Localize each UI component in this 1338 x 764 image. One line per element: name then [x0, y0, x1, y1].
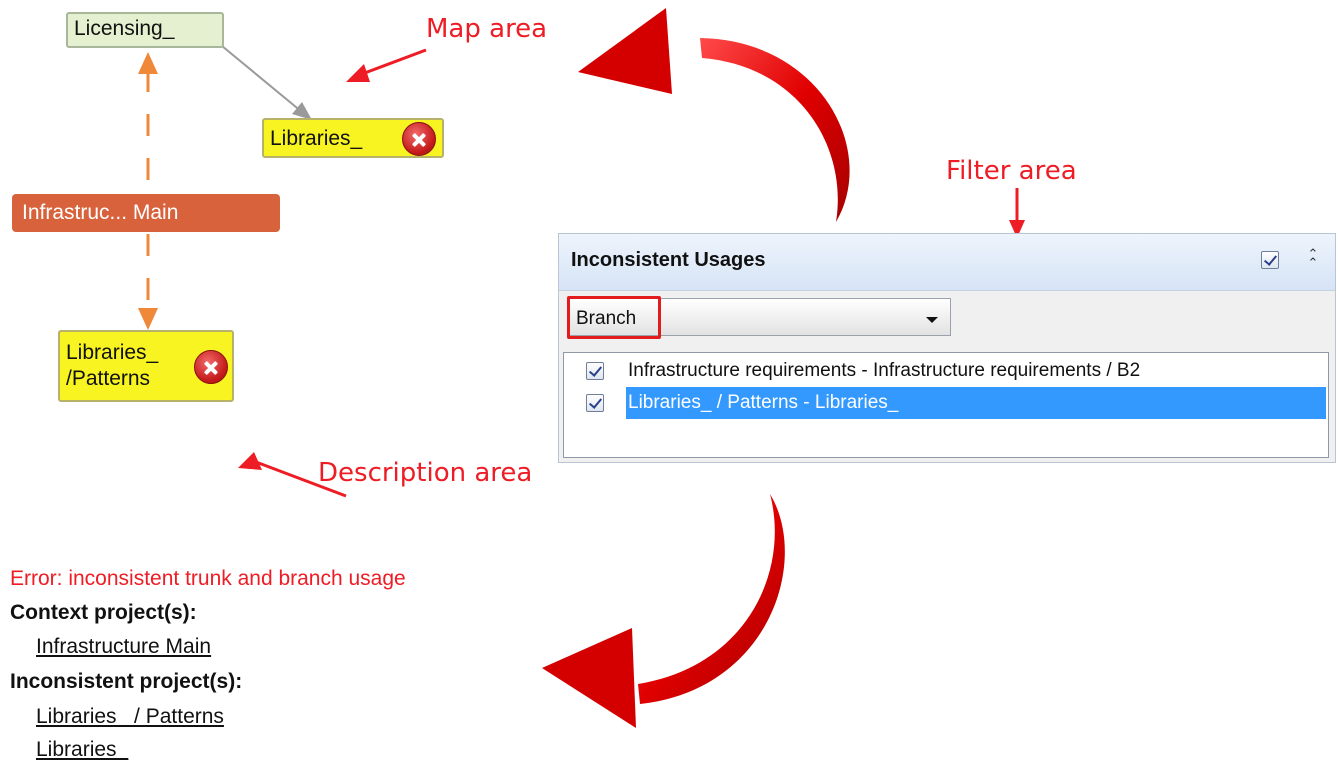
- licensing-node-label: Licensing_: [74, 17, 175, 40]
- map-area-pointer-head: [346, 64, 370, 82]
- context-projects-heading: Context project(s):: [10, 601, 197, 624]
- inconsistent-project-link[interactable]: Libraries_ / Patterns: [36, 705, 224, 729]
- curved-arrow-map-to-filter: [700, 38, 850, 222]
- collapse-icon[interactable]: ⌃ ⌃: [1305, 248, 1321, 270]
- description-area-callout: Description area: [318, 458, 533, 488]
- list-item-label: Libraries_ / Patterns - Libraries_: [628, 392, 899, 413]
- filter-area-callout: Filter area: [946, 156, 1077, 186]
- error-icon: [194, 350, 228, 384]
- error-icon: [402, 122, 436, 156]
- inconsistent-project-link[interactable]: Libraries_: [36, 738, 128, 762]
- libraries-node-label: Libraries_: [270, 127, 363, 150]
- infrastructure-main-node[interactable]: Infrastruc... Main: [12, 194, 280, 232]
- map-area-pointer: [361, 48, 427, 76]
- inconsistent-usages-panel: Inconsistent Usages ⌃ ⌃ Branch Infrastruc…: [558, 233, 1336, 463]
- edge-licensing-libraries: [221, 45, 303, 113]
- curved-arrow-filter-to-description-head: [542, 628, 636, 728]
- libraries-node[interactable]: Libraries_: [262, 118, 444, 158]
- edge-dashed-up-head: [138, 52, 158, 74]
- description-area-pointer-head: [238, 452, 262, 470]
- row-checkbox[interactable]: [586, 394, 604, 412]
- list-item[interactable]: Infrastructure requirements - Infrastruc…: [564, 355, 1328, 387]
- row-checkbox[interactable]: [586, 362, 604, 380]
- panel-title: Inconsistent Usages: [571, 249, 766, 271]
- curved-arrow-map-to-filter-head: [578, 8, 672, 94]
- licensing-node[interactable]: Licensing_: [66, 12, 224, 48]
- edge-dashed-down-head: [138, 308, 158, 330]
- warning-icon: [238, 196, 274, 230]
- context-project-link[interactable]: Infrastructure Main: [36, 635, 211, 659]
- map-area-callout: Map area: [426, 14, 548, 44]
- infrastructure-main-node-label: Infrastruc... Main: [22, 201, 179, 224]
- inconsistent-projects-heading: Inconsistent project(s):: [10, 670, 243, 693]
- branch-highlight-box: [567, 296, 661, 339]
- list-item-label: Infrastructure requirements - Infrastruc…: [628, 360, 1141, 381]
- curved-arrow-filter-to-description: [638, 494, 785, 704]
- list-item[interactable]: Libraries_ / Patterns - Libraries_: [564, 387, 1328, 419]
- usages-list: Infrastructure requirements - Infrastruc…: [563, 352, 1329, 458]
- panel-filter-checkbox[interactable]: [1261, 251, 1279, 269]
- libraries-patterns-node[interactable]: Libraries_ /Patterns: [58, 330, 234, 402]
- chevron-down-icon: [926, 317, 938, 323]
- panel-header: Inconsistent Usages ⌃ ⌃: [559, 234, 1335, 291]
- error-message: Error: inconsistent trunk and branch usa…: [10, 567, 406, 590]
